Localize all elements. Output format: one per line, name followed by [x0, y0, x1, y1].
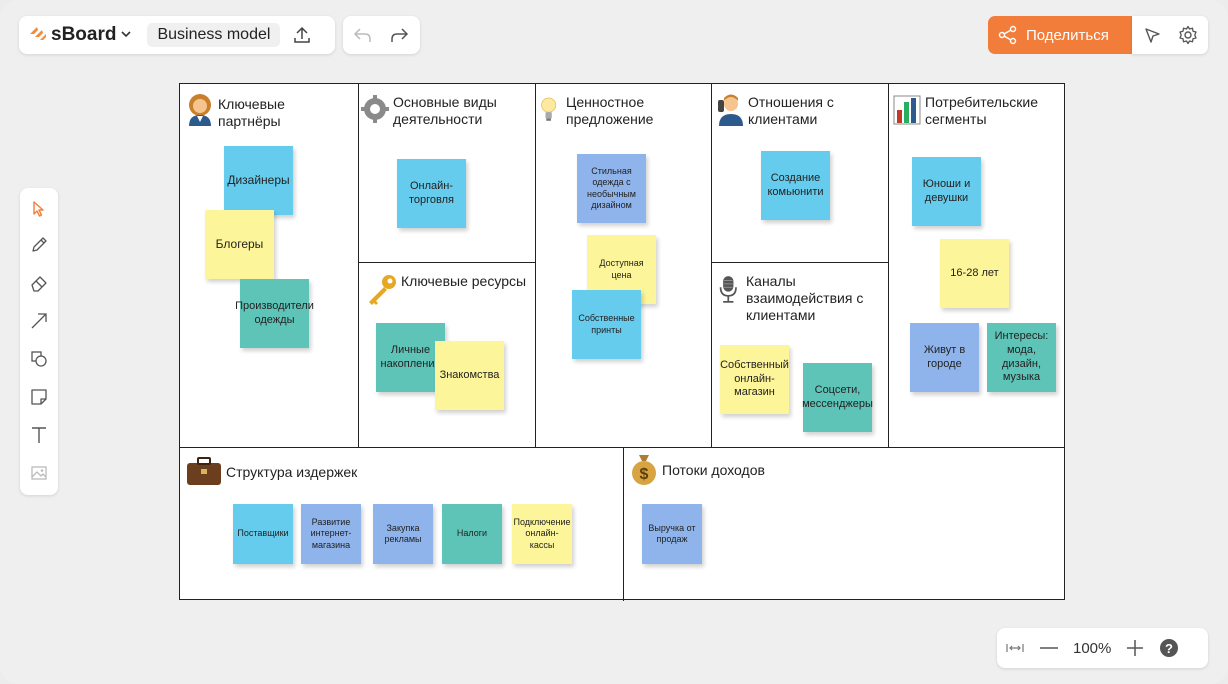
pencil-tool-icon[interactable]: [27, 233, 51, 257]
sticky-note[interactable]: Стильная одежда с необычным дизайном: [577, 154, 646, 223]
divider: [358, 84, 359, 448]
app-logo[interactable]: sBoard: [29, 24, 132, 46]
upload-icon[interactable]: [290, 23, 314, 47]
lightbulb-icon: [541, 97, 557, 121]
section-title: Структура издержек: [226, 464, 358, 480]
section-title: Основные виды деятельности: [393, 94, 497, 127]
divider: [711, 84, 712, 448]
sticky-note[interactable]: Собственный онлайн-магазин: [720, 345, 789, 414]
sticky-note[interactable]: Знакомства: [435, 341, 504, 410]
zoom-control: 100% ?: [997, 628, 1208, 668]
business-model-canvas: Ключевые партнёры Основные виды деятельн…: [179, 83, 1065, 601]
sticky-note[interactable]: Выручка от продаж: [642, 504, 702, 564]
sticky-note[interactable]: Собственные принты: [572, 290, 641, 359]
left-toolbar: [20, 188, 58, 495]
select-tool-icon[interactable]: [27, 197, 51, 221]
eraser-tool-icon[interactable]: [27, 271, 51, 295]
zoom-in-icon[interactable]: [1123, 636, 1147, 660]
sticky-note[interactable]: Развитие интернет-магазина: [301, 504, 361, 564]
sticky-note[interactable]: 16-28 лет: [940, 239, 1009, 308]
logo-icon: [29, 25, 47, 46]
sticky-note-tool-icon[interactable]: [27, 385, 51, 409]
sticky-note[interactable]: Дизайнеры: [224, 146, 293, 215]
sticky-note[interactable]: Юноши и девушки: [912, 157, 981, 226]
redo-icon[interactable]: [387, 23, 411, 47]
divider: [711, 262, 889, 263]
text-tool-icon[interactable]: [27, 423, 51, 447]
money-bag-icon: $: [632, 455, 656, 485]
top-toolbar: sBoard Business model: [19, 16, 335, 54]
shapes-tool-icon[interactable]: [27, 347, 51, 371]
section-title: Ценностное предложение: [566, 94, 654, 127]
sticky-note[interactable]: Интересы: мода, дизайн, музыка: [987, 323, 1056, 392]
history-toolbar: [343, 16, 420, 54]
share-icon: [998, 25, 1017, 45]
cursor-icon[interactable]: [1140, 23, 1164, 47]
sticky-note[interactable]: Налоги: [442, 504, 502, 564]
zoom-out-icon[interactable]: [1037, 636, 1061, 660]
divider: [535, 84, 536, 448]
share-button[interactable]: Поделиться: [988, 16, 1132, 54]
board-title[interactable]: Business model: [147, 23, 281, 47]
help-icon[interactable]: ?: [1157, 636, 1181, 660]
image-tool-icon[interactable]: [27, 461, 51, 485]
sticky-note[interactable]: Живут в городе: [910, 323, 979, 392]
sticky-note[interactable]: Соцсети, мессенджеры: [802, 363, 873, 432]
sticky-note[interactable]: Подключение онлайн-кассы: [512, 504, 572, 564]
sticky-note[interactable]: Поставщики: [233, 504, 293, 564]
section-activities: Основные виды деятельности: [361, 92, 533, 128]
share-label: Поделиться: [1026, 26, 1109, 44]
section-title: Потребительские сегменты: [925, 94, 1038, 127]
divider: [888, 84, 889, 448]
zoom-level: 100%: [1073, 639, 1112, 657]
sticky-note[interactable]: Создание комьюнити: [761, 151, 830, 220]
divider: [623, 447, 624, 601]
chevron-down-icon[interactable]: [121, 29, 132, 41]
section-title: Потоки доходов: [662, 462, 765, 478]
section-title: Ключевые партнёры: [218, 96, 285, 129]
top-right-toolbar: [1132, 16, 1208, 54]
section-costs: Структура издержек: [186, 454, 606, 488]
sticky-note[interactable]: Онлайн-торговля: [397, 159, 466, 228]
section-channels: Каналы взаимодействия с клиентами: [718, 272, 886, 324]
svg-text:?: ?: [1165, 641, 1173, 656]
section-title: Ключевые ресурсы: [401, 273, 527, 289]
section-title: Каналы взаимодействия с клиентами: [746, 273, 864, 323]
briefcase-icon: [187, 457, 221, 485]
microphone-icon: [719, 276, 737, 303]
key-icon: [369, 275, 396, 305]
app-name: sBoard: [51, 24, 117, 45]
sticky-note[interactable]: Закупка рекламы: [373, 504, 433, 564]
section-value: Ценностное предложение: [540, 92, 708, 128]
woman-icon: [189, 94, 211, 126]
app-window: sBoard Business model Поделиться Ключевы…: [0, 0, 1228, 684]
divider: [358, 262, 536, 263]
svg-text:$: $: [640, 466, 649, 483]
section-resources: Ключевые ресурсы: [361, 272, 533, 306]
bar-chart-icon: [893, 95, 921, 125]
sticky-note[interactable]: Производители одежды: [235, 279, 314, 348]
gear-icon[interactable]: [1176, 23, 1200, 47]
undo-icon[interactable]: [351, 23, 375, 47]
sticky-note[interactable]: Блогеры: [205, 210, 274, 279]
person-phone-icon: [718, 94, 743, 126]
section-segments: Потребительские сегменты: [893, 92, 1063, 128]
gear-icon: [361, 95, 389, 123]
arrow-tool-icon[interactable]: [27, 309, 51, 333]
fit-width-icon[interactable]: [1003, 636, 1027, 660]
section-partners: Ключевые партнёры: [186, 92, 351, 130]
section-relations: Отношения с клиентами: [716, 92, 886, 128]
section-title: Отношения с клиентами: [748, 94, 834, 127]
section-revenue: $ Потоки доходов: [630, 452, 1050, 486]
